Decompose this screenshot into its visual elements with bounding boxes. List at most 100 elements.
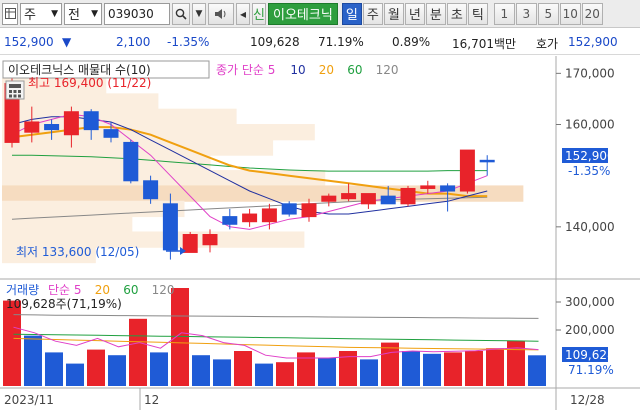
period-tab-0[interactable]: 일 (341, 2, 362, 25)
price-panel-title: 이오테크닉스 매물대 수(10) (8, 63, 151, 77)
candle-body (459, 149, 475, 192)
period-tab-1[interactable]: 주 (362, 2, 383, 25)
stock-code-input[interactable]: 039030 (104, 2, 170, 25)
market-type-select[interactable]: 주 ▼ (20, 2, 62, 25)
volume-bar (171, 288, 189, 386)
candle-body (44, 124, 60, 131)
current-price-tag-label: 152,900 (565, 149, 615, 163)
price-y-tick-label: 140,000 (565, 220, 615, 234)
candle-body (341, 193, 357, 200)
chevron-down-icon: ▼ (91, 8, 98, 19)
candle-body (242, 213, 258, 223)
new-mark-button[interactable]: 신 (252, 2, 266, 25)
count-button-2[interactable]: 5 (537, 2, 559, 25)
volume-bar (318, 358, 336, 386)
current-change-tag-label: -1.35% (568, 164, 610, 178)
candle-body (83, 111, 99, 131)
volume-bar (66, 363, 84, 386)
candle-body (380, 195, 396, 205)
volume-bar (423, 353, 441, 386)
volume-bar (528, 355, 546, 386)
candle-body (440, 185, 456, 192)
candle-body (479, 159, 495, 163)
volume-bar (234, 351, 252, 386)
volume-bar (255, 363, 273, 386)
legend-item-2: 60 (123, 283, 138, 297)
volume-bar (276, 362, 294, 386)
candle-body (103, 129, 119, 138)
volume-bar (24, 335, 42, 386)
count-button-4[interactable]: 20 (581, 2, 603, 25)
volume-y-tick-label: 200,000 (565, 323, 615, 337)
interval-select[interactable]: 전 ▼ (64, 2, 102, 25)
chevron-down-icon: ▼ (51, 8, 58, 19)
volume-bar (297, 352, 315, 386)
count-button-3[interactable]: 10 (559, 2, 581, 25)
candle-body (222, 216, 238, 225)
period-tab-3[interactable]: 년 (404, 2, 425, 25)
candle-body (24, 121, 40, 133)
volume-bar (486, 348, 504, 386)
x-label-start: 2023/11 (4, 393, 54, 407)
candle-body (123, 141, 139, 182)
candle-body (202, 234, 218, 246)
volume-bar (129, 318, 147, 386)
calculator-icon-glyph (9, 84, 21, 98)
candle-body (420, 185, 436, 189)
price-change-pct: -1.35% (167, 35, 210, 49)
change-arrow-icon: ▼ (62, 35, 72, 49)
current-volume-tag-label: 109,628 (565, 348, 615, 362)
chart-menu-icon[interactable] (2, 2, 18, 25)
volume-bar (465, 351, 483, 386)
candle-body (63, 111, 79, 136)
legend-item-4: 120 (376, 63, 399, 77)
period-tab-6[interactable]: 틱 (467, 2, 488, 25)
volume-bar (444, 352, 462, 386)
candle-body (301, 203, 317, 218)
interval-value: 전 (68, 8, 80, 23)
toolbar: 주 ▼ 전 ▼ 039030 ▼ ◂ 신 이오테크닉 일 주 월 년 분 초 틱 1 3 5 10 2… (0, 0, 640, 28)
volume-bar (87, 349, 105, 386)
volume-bar (3, 300, 21, 386)
period-tab-4[interactable]: 분 (425, 2, 446, 25)
x-label-month: 12 (144, 393, 159, 407)
ask-label: 호가 (536, 37, 559, 51)
legend-item-0: 종가 단순 5 (216, 63, 275, 77)
legend-item-1: 20 (95, 283, 110, 297)
volume-ratio: 71.19% (318, 35, 364, 49)
volume-info: 109,628주(71,19%) (6, 297, 122, 311)
candle-body (143, 180, 159, 200)
legend-item-0: 단순 5 (48, 283, 82, 297)
period-tab-2[interactable]: 월 (383, 2, 404, 25)
stock-name-label: 이오테크닉 (268, 2, 338, 25)
candle-body (281, 203, 297, 215)
count-button-0[interactable]: 1 (493, 2, 515, 25)
scroll-left-icon[interactable]: ◂ (236, 2, 250, 25)
search-icon[interactable] (172, 2, 190, 25)
price-y-tick-label: 170,000 (565, 66, 615, 80)
volume-bar (108, 355, 126, 386)
candle-body (182, 234, 198, 253)
candle-body (321, 195, 337, 202)
speaker-icon[interactable] (208, 2, 234, 25)
volume-bar (381, 342, 399, 386)
low-annotation: 최저 133,600 (12/05) (16, 245, 139, 259)
stock-chart[interactable]: 140,000 160,000 170,000 200,000 300,000 이오테크… (0, 56, 640, 410)
volume-y-tick-label: 300,000 (565, 295, 615, 309)
period-tabs: 일 주 월 년 분 초 틱 1 3 5 10 20 (341, 2, 603, 25)
high-annotation: 최고 169,400 (11/22) (28, 76, 151, 90)
volume-profile-band (2, 93, 159, 110)
dropdown-icon[interactable]: ▼ (192, 2, 206, 25)
price-change: 2,100 (116, 35, 151, 49)
candle-body (162, 203, 178, 251)
volume-bar (402, 351, 420, 386)
volume-bar (360, 359, 378, 386)
period-tab-5[interactable]: 초 (446, 2, 467, 25)
candle-body (261, 208, 277, 223)
volume-profile-band (2, 170, 326, 187)
count-button-1[interactable]: 3 (515, 2, 537, 25)
trade-volume: 109,628 (250, 35, 300, 49)
market-type-value: 주 (24, 8, 36, 23)
volume-panel-title: 거래량 (6, 283, 39, 297)
current-volume-ratio-label: 71.19% (568, 363, 614, 377)
